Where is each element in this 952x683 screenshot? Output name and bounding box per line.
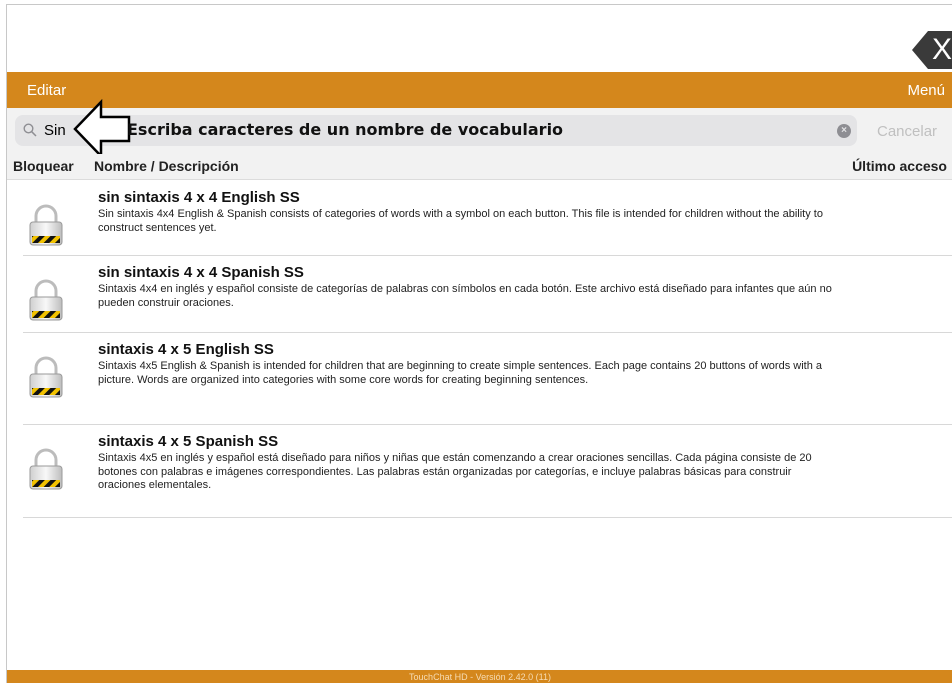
item-description: Sintaxis 4x5 English & Spanish is intend… (98, 360, 822, 386)
search-value: Sin (44, 122, 66, 139)
item-title: sin sintaxis 4 x 4 English SS (98, 189, 300, 206)
column-last-access[interactable]: Último acceso (852, 158, 947, 174)
toolbar: Editar Menú (7, 72, 952, 108)
search-icon (23, 123, 37, 137)
left-arrow-icon (73, 98, 131, 160)
column-header: Bloquear Nombre / Descripción Último acc… (7, 154, 952, 180)
item-description: Sin sintaxis 4x4 English & Spanish consi… (98, 208, 823, 234)
column-lock[interactable]: Bloquear (13, 158, 74, 174)
menu-button[interactable]: Menú (907, 82, 945, 99)
list-item[interactable]: sin sintaxis 4 x 4 Spanish SS Sintaxis 4… (23, 256, 952, 333)
clear-icon[interactable]: × (837, 124, 851, 138)
list-item[interactable]: sintaxis 4 x 5 English SS Sintaxis 4x5 E… (23, 333, 952, 425)
column-name[interactable]: Nombre / Descripción (94, 158, 239, 174)
app-window: X Editar Menú Sin × Cancelar Escriba car… (6, 4, 952, 683)
item-description: Sintaxis 4x5 en inglés y español está di… (98, 452, 812, 491)
lock-icon[interactable] (27, 447, 65, 491)
vocabulary-list: sin sintaxis 4 x 4 English SS Sin sintax… (7, 181, 952, 518)
cancel-button[interactable]: Cancelar (877, 123, 937, 140)
item-title: sintaxis 4 x 5 English SS (98, 341, 274, 358)
lock-icon[interactable] (27, 203, 65, 247)
item-title: sin sintaxis 4 x 4 Spanish SS (98, 264, 304, 281)
list-item[interactable]: sin sintaxis 4 x 4 English SS Sin sintax… (23, 181, 952, 256)
item-title: sintaxis 4 x 5 Spanish SS (98, 433, 279, 450)
instruction-text: Escriba caracteres de un nombre de vocab… (127, 120, 564, 139)
item-description: Sintaxis 4x4 en inglés y español consist… (98, 283, 832, 309)
lock-icon[interactable] (27, 278, 65, 322)
list-item[interactable]: sintaxis 4 x 5 Spanish SS Sintaxis 4x5 e… (23, 425, 952, 518)
lock-icon[interactable] (27, 355, 65, 399)
close-button[interactable]: X (912, 31, 952, 69)
version-footer: TouchChat HD - Versión 2.42.0 (11) (7, 670, 952, 683)
edit-button[interactable]: Editar (27, 82, 66, 99)
